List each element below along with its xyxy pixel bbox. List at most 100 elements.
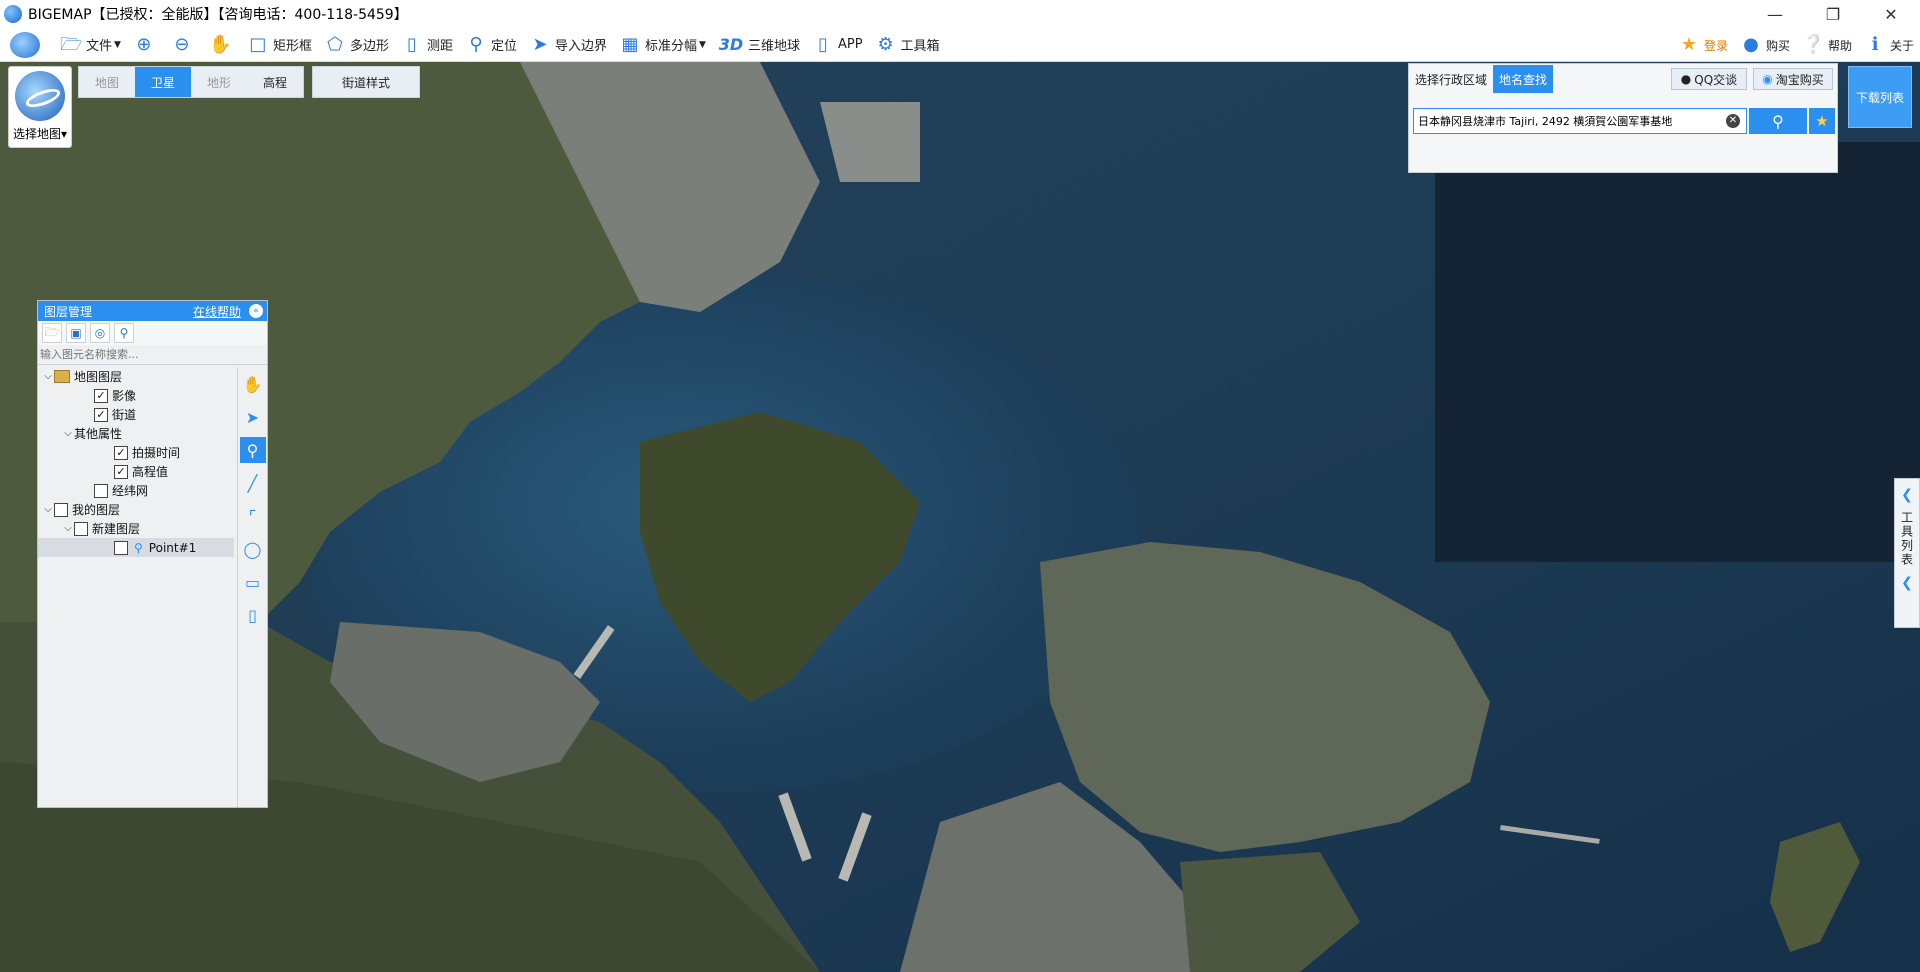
zoom-in-button[interactable]: ⊕ bbox=[127, 30, 165, 60]
line-tool-button[interactable]: ╱ bbox=[240, 470, 266, 496]
marker-tool-button[interactable]: ⚲ bbox=[239, 437, 266, 463]
layer-tree-item[interactable]: ⌵ 我的图层 bbox=[38, 500, 234, 519]
target-icon: ◎ bbox=[94, 326, 106, 340]
info-icon: ℹ bbox=[1871, 34, 1879, 55]
bigemap-logo-icon bbox=[10, 31, 40, 58]
buy-button[interactable]: ● 购买 bbox=[1734, 30, 1796, 60]
collapse-icon[interactable]: « bbox=[249, 304, 263, 318]
layer-checkbox[interactable]: ✓ bbox=[114, 464, 128, 479]
street-style-button[interactable]: 街道样式 bbox=[312, 66, 420, 98]
tab-terrain[interactable]: 地形 bbox=[191, 67, 247, 97]
circle-tool-button[interactable]: ◯ bbox=[240, 536, 266, 562]
expand-toggle-icon[interactable]: ⌵ bbox=[42, 371, 54, 382]
layer-tree-item[interactable]: 经纬网 bbox=[38, 481, 234, 500]
download-list-button[interactable]: 下载列表 bbox=[1848, 66, 1912, 128]
map-canvas[interactable]: 选择地图▾ 地图 卫星 地形 高程 街道样式 选择行政区域 地名查找 ● QQ交谈… bbox=[0, 62, 1920, 972]
tab-elevation[interactable]: 高程 bbox=[247, 67, 303, 97]
expand-toggle-icon[interactable]: ⌵ bbox=[42, 504, 54, 515]
close-button[interactable]: ✕ bbox=[1862, 0, 1920, 28]
rectangle-tool-button[interactable]: ▭ bbox=[240, 569, 266, 595]
measure-tool-button[interactable]: ▯ bbox=[240, 602, 266, 628]
search-input[interactable] bbox=[1418, 114, 1718, 128]
layer-tree-item[interactable]: ⌵ 地图图层 bbox=[38, 367, 234, 386]
map-type-switcher[interactable]: 选择地图▾ bbox=[8, 66, 72, 148]
layer-tree-item[interactable]: ✓ 高程值 bbox=[38, 462, 234, 481]
qq-chat-button[interactable]: ● QQ交谈 bbox=[1671, 68, 1747, 90]
import-boundary-button[interactable]: ➤ 导入边界 bbox=[523, 30, 613, 60]
clear-icon[interactable]: ✕ bbox=[1726, 114, 1740, 128]
main-toolbar: 🗁 文件 ▼ ⊕ ⊖ ✋ □ 矩形框 ⬠ 多边形 ▯ 测距 ⚲ 定位 ➤ 导入边界 ▦ 标准分… bbox=[0, 28, 1920, 62]
restore-button[interactable]: ❐ bbox=[1804, 0, 1862, 28]
about-button[interactable]: ℹ 关于 bbox=[1858, 30, 1920, 60]
tool-list-tab[interactable]: ❮ 工具列表 ❮ bbox=[1894, 478, 1920, 628]
vip-icon: ★ bbox=[1680, 34, 1697, 55]
layer-label: 新建图层 bbox=[92, 522, 141, 536]
chevron-left-icon: ❮ bbox=[1901, 487, 1913, 503]
open-folder-button[interactable]: 🗁 bbox=[42, 323, 62, 343]
layer-manager-panel: 图层管理 在线帮助 « 🗁 ▣ ◎ ⚲ ⌵地图图层✓影像✓街道⌵其他属性✓拍摄时… bbox=[37, 300, 268, 808]
online-help-link[interactable]: 在线帮助 bbox=[193, 303, 241, 320]
qq-icon: ● bbox=[1680, 72, 1692, 86]
layer-checkbox[interactable] bbox=[94, 483, 108, 498]
layer-checkbox[interactable] bbox=[74, 521, 88, 536]
zoom-out-button[interactable]: ⊖ bbox=[165, 30, 203, 60]
minimize-button[interactable]: — bbox=[1746, 0, 1804, 28]
tab-select-region[interactable]: 选择行政区域 bbox=[1409, 65, 1493, 93]
search-layer-button[interactable]: ⚲ bbox=[114, 323, 134, 343]
ruler-icon: ▯ bbox=[407, 33, 417, 55]
layer-checkbox[interactable] bbox=[114, 540, 128, 555]
polyline-tool-button[interactable]: ⌜ bbox=[240, 503, 266, 529]
toolbox-button[interactable]: ⚙ 工具箱 bbox=[869, 30, 946, 60]
layer-tree-item[interactable]: ✓ 街道 bbox=[38, 405, 234, 424]
zoom-in-icon: ⊕ bbox=[136, 33, 152, 55]
save-icon: ▣ bbox=[70, 326, 82, 340]
layer-filter-input[interactable] bbox=[40, 348, 220, 361]
help-button[interactable]: ❔ 帮助 bbox=[1796, 30, 1858, 60]
layer-label: 影像 bbox=[112, 389, 137, 403]
window-title: BIGEMAP【已授权：全能版】【咨询电话：400-118-5459】 bbox=[28, 7, 408, 23]
expand-toggle-icon[interactable]: ⌵ bbox=[62, 523, 74, 534]
3d-globe-button[interactable]: 3D 三维地球 bbox=[712, 30, 806, 60]
pan-button[interactable]: ✋ bbox=[203, 30, 241, 60]
location-pin-icon: ⚲ bbox=[469, 33, 483, 55]
tab-satellite[interactable]: 卫星 bbox=[135, 67, 191, 97]
taobao-buy-button[interactable]: ◉ 淘宝购买 bbox=[1753, 68, 1833, 90]
layer-label: 高程值 bbox=[132, 465, 169, 479]
layer-tree-item[interactable]: ✓ 影像 bbox=[38, 386, 234, 405]
layer-checkbox[interactable]: ✓ bbox=[94, 407, 108, 422]
layer-tree-item[interactable]: ⌵ 其他属性 bbox=[38, 424, 234, 443]
favorite-button[interactable]: ★ bbox=[1809, 108, 1835, 134]
layer-checkbox[interactable] bbox=[54, 502, 68, 517]
save-button[interactable]: ▣ bbox=[66, 323, 86, 343]
app-button[interactable]: ▯ APP bbox=[806, 30, 869, 60]
polygon-select-button[interactable]: ⬠ 多边形 bbox=[318, 30, 395, 60]
layer-tree-item[interactable]: ✓ 拍摄时间 bbox=[38, 443, 234, 462]
magnifier-icon: ⚲ bbox=[119, 326, 129, 340]
locate-layer-button[interactable]: ◎ bbox=[90, 323, 110, 343]
login-button[interactable]: ★ 登录 bbox=[1672, 30, 1734, 60]
circle-icon: ◯ bbox=[243, 539, 262, 559]
folder-icon: 🗁 bbox=[60, 33, 83, 55]
help-icon: ❔ bbox=[1801, 34, 1825, 55]
tab-map[interactable]: 地图 bbox=[79, 67, 135, 97]
locate-button[interactable]: ⚲ 定位 bbox=[459, 30, 523, 60]
search-icon: ⚲ bbox=[1772, 111, 1784, 131]
standard-sheet-button[interactable]: ▦ 标准分幅 ▼ bbox=[613, 30, 712, 60]
file-menu-button[interactable]: 🗁 文件 ▼ bbox=[54, 30, 127, 60]
expand-toggle-icon[interactable]: ⌵ bbox=[62, 428, 74, 439]
tab-place-search[interactable]: 地名查找 bbox=[1493, 65, 1554, 93]
layer-tree-item[interactable]: ⚲ Point#1 bbox=[38, 538, 234, 557]
rectangle-select-button[interactable]: □ 矩形框 bbox=[241, 30, 318, 60]
measure-distance-button[interactable]: ▯ 测距 bbox=[395, 30, 459, 60]
select-tool-button[interactable]: ➤ bbox=[240, 404, 266, 430]
polyline-icon: ⌜ bbox=[248, 506, 257, 526]
layer-tree-item[interactable]: ⌵ 新建图层 bbox=[38, 519, 234, 538]
layer-tree: ⌵ 地图图层 ✓ 影像 ✓ 街道 ⌵ 其他属性 ✓ 拍摄时间 ✓ 高程值 经纬网 ⌵ 我的图层 ⌵ 新建图层 ⚲ P… bbox=[38, 367, 234, 557]
buy-icon: ● bbox=[1743, 34, 1759, 55]
layer-checkbox[interactable]: ✓ bbox=[94, 388, 108, 403]
pan-tool-button[interactable]: ✋ bbox=[240, 371, 266, 397]
hand-icon: ✋ bbox=[208, 33, 232, 55]
search-button[interactable]: ⚲ bbox=[1749, 108, 1807, 134]
map-type-tabs: 地图 卫星 地形 高程 bbox=[78, 66, 304, 98]
layer-checkbox[interactable]: ✓ bbox=[114, 445, 128, 460]
